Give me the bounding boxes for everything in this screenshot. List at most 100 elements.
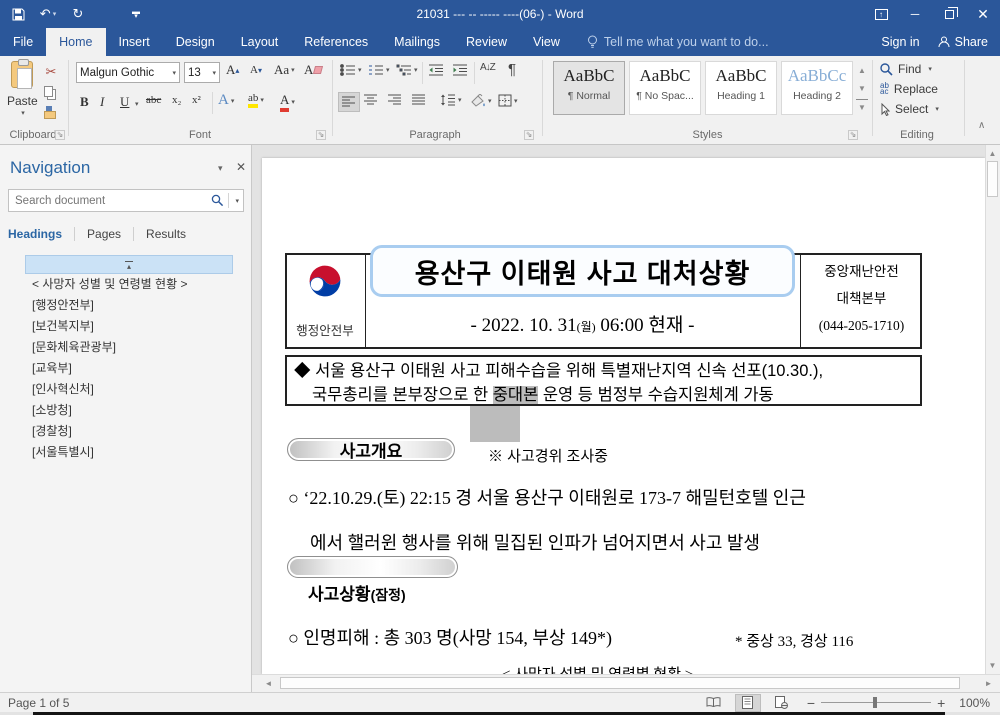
tell-me-box[interactable]: Tell me what you want to do...: [573, 28, 769, 56]
minimize-icon[interactable]: ─: [898, 0, 932, 28]
increase-indent-icon[interactable]: [452, 64, 468, 76]
search-box[interactable]: ▾: [8, 189, 244, 212]
grow-font-button[interactable]: A▴: [226, 62, 239, 78]
page-indicator[interactable]: Page 1 of 5: [8, 696, 69, 710]
zoom-slider[interactable]: [821, 702, 931, 703]
font-name-combo[interactable]: Malgun Gothic▾: [76, 62, 180, 83]
nav-pane-close-icon[interactable]: ✕: [236, 160, 246, 174]
line-spacing-button[interactable]: ▾: [440, 94, 462, 106]
nav-heading-selected[interactable]: ▴: [25, 255, 233, 274]
replace-button[interactable]: abac Replace: [880, 82, 938, 96]
search-input[interactable]: [9, 195, 211, 207]
nav-heading-item[interactable]: [문화체육관광부]: [25, 337, 233, 358]
shading-button[interactable]: ▾: [470, 94, 492, 107]
tab-insert[interactable]: Insert: [106, 28, 163, 56]
read-mode-icon[interactable]: [701, 694, 727, 712]
scroll-left-icon[interactable]: ◄: [262, 677, 275, 690]
find-button[interactable]: Find▾: [880, 62, 932, 76]
gray-object-placeholder[interactable]: [470, 406, 520, 442]
document-page[interactable]: 행정안전부 용산구 이태원 사고 대처상황 - 2022. 10. 31(월) …: [262, 158, 985, 674]
clipboard-dialog-launcher[interactable]: ⇘: [55, 130, 65, 140]
vertical-scroll-thumb[interactable]: [987, 161, 998, 197]
multilevel-list-button[interactable]: ▾: [396, 64, 418, 76]
nav-heading-item[interactable]: < 사망자 성별 및 연령별 현황 >: [25, 274, 233, 295]
text-effects-button[interactable]: A▾: [218, 92, 234, 109]
superscript-button[interactable]: x²: [192, 94, 201, 106]
style-normal[interactable]: AaBbC ¶ Normal: [553, 61, 625, 115]
document-title-box[interactable]: 용산구 이태원 사고 대처상황: [370, 245, 795, 297]
shrink-font-button[interactable]: A▾: [250, 64, 262, 76]
customize-qat-icon[interactable]: ▬▾: [128, 6, 144, 22]
print-layout-icon[interactable]: [735, 694, 761, 712]
subscript-button[interactable]: x₂: [172, 94, 181, 106]
tab-file[interactable]: File: [0, 28, 46, 56]
redo-icon[interactable]: ↻: [70, 6, 86, 22]
nav-heading-item[interactable]: [인사혁신처]: [25, 379, 233, 400]
font-dialog-launcher[interactable]: ⇘: [316, 130, 326, 140]
zoom-slider-thumb[interactable]: [873, 697, 877, 708]
underline-button[interactable]: U: [120, 94, 129, 110]
scroll-up-icon[interactable]: ▲: [986, 147, 999, 160]
numbering-button[interactable]: ▾: [368, 64, 390, 76]
nav-heading-item[interactable]: [보건복지부]: [25, 316, 233, 337]
align-right-button[interactable]: [388, 94, 402, 106]
bold-button[interactable]: B: [80, 94, 89, 110]
styles-scroll-down-icon[interactable]: ▼: [856, 81, 868, 95]
scroll-down-icon[interactable]: ▼: [986, 659, 999, 672]
paragraph-dialog-launcher[interactable]: ⇘: [524, 130, 534, 140]
share-button[interactable]: Share: [938, 35, 988, 49]
restore-icon[interactable]: [932, 0, 966, 28]
borders-button[interactable]: ▾: [498, 94, 518, 107]
search-icon[interactable]: [211, 194, 224, 207]
show-hide-pilcrow-button[interactable]: ¶: [508, 61, 516, 78]
search-options-icon[interactable]: ▾: [235, 197, 239, 205]
scroll-right-icon[interactable]: ►: [982, 677, 995, 690]
zoom-level[interactable]: 100%: [959, 696, 990, 710]
tab-home[interactable]: Home: [46, 28, 105, 56]
italic-button[interactable]: I: [100, 94, 104, 110]
style-no-spacing[interactable]: AaBbC ¶ No Spac...: [629, 61, 701, 115]
horizontal-scroll-thumb[interactable]: [280, 677, 960, 689]
close-icon[interactable]: ✕: [966, 0, 1000, 28]
nav-pane-options-icon[interactable]: ▾: [218, 163, 223, 174]
font-color-button[interactable]: A▾: [280, 92, 295, 112]
tab-mailings[interactable]: Mailings: [381, 28, 453, 56]
web-layout-icon[interactable]: [769, 694, 795, 712]
tab-headings[interactable]: Headings: [8, 227, 62, 241]
style-heading-2[interactable]: AaBbCc Heading 2: [781, 61, 853, 115]
tab-layout[interactable]: Layout: [228, 28, 292, 56]
nav-heading-item[interactable]: [경찰청]: [25, 421, 233, 442]
align-left-button[interactable]: [338, 92, 360, 112]
nav-heading-item[interactable]: [소방청]: [25, 400, 233, 421]
copy-icon[interactable]: [44, 86, 53, 97]
font-size-combo[interactable]: 13▾: [184, 62, 220, 83]
style-heading-1[interactable]: AaBbC Heading 1: [705, 61, 777, 115]
save-icon[interactable]: [10, 6, 26, 22]
format-painter-icon[interactable]: [44, 106, 54, 119]
collapse-ribbon-icon[interactable]: ∧: [978, 120, 985, 131]
nav-heading-item[interactable]: [교육부]: [25, 358, 233, 379]
cut-icon[interactable]: ✂: [40, 64, 62, 80]
tab-results[interactable]: Results: [146, 227, 186, 241]
change-case-button[interactable]: Aa▾: [274, 62, 295, 78]
sort-icon[interactable]: A↓Z: [480, 62, 495, 73]
undo-icon[interactable]: ↶▾: [40, 6, 56, 22]
highlight-color-button[interactable]: ab▾: [248, 92, 264, 108]
ribbon-display-options-icon[interactable]: ↑: [864, 0, 898, 28]
styles-scroll-up-icon[interactable]: ▲: [856, 63, 868, 77]
nav-heading-item[interactable]: [서울특별시]: [25, 442, 233, 463]
tab-view[interactable]: View: [520, 28, 573, 56]
tab-pages[interactable]: Pages: [87, 227, 121, 241]
align-center-button[interactable]: [364, 94, 378, 106]
vertical-scrollbar[interactable]: [985, 145, 1000, 674]
justify-button[interactable]: [412, 94, 426, 106]
styles-dialog-launcher[interactable]: ⇘: [848, 130, 858, 140]
tab-references[interactable]: References: [291, 28, 381, 56]
zoom-in-icon[interactable]: +: [937, 695, 945, 711]
underline-dropdown[interactable]: ▾: [135, 100, 139, 108]
tab-review[interactable]: Review: [453, 28, 520, 56]
select-button[interactable]: Select▾: [880, 102, 939, 116]
paste-button[interactable]: Paste ▾: [7, 61, 37, 129]
sign-in-button[interactable]: Sign in: [881, 35, 919, 49]
strikethrough-button[interactable]: abc: [146, 94, 161, 106]
